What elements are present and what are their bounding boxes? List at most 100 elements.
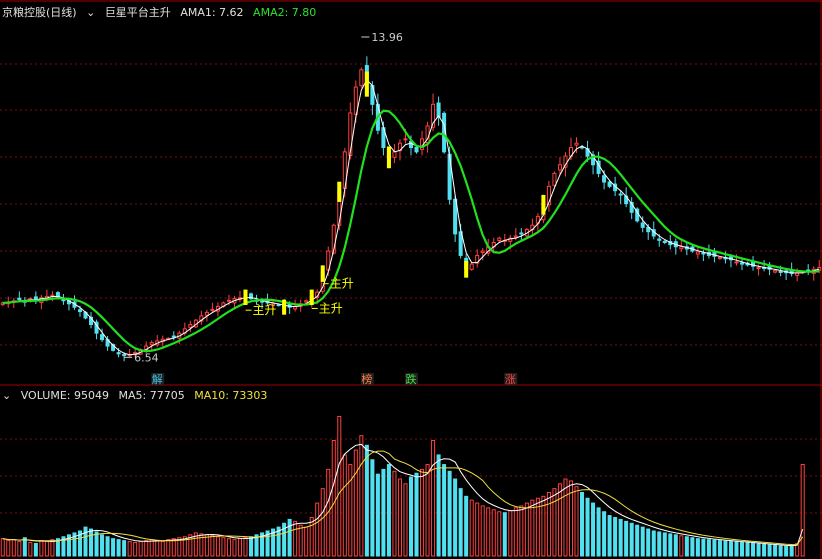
volume-bar-5	[28, 542, 33, 557]
volume-bar-91	[502, 512, 507, 557]
volume-bar-92	[508, 510, 513, 557]
volume-bar-60	[331, 440, 336, 557]
volume-bar-136	[751, 542, 756, 557]
volume-bar-79	[436, 454, 441, 557]
volume-bar-88	[486, 507, 491, 557]
volume-bar-31	[171, 538, 176, 557]
candle-body-65	[359, 69, 364, 87]
candle-body-116	[640, 222, 645, 228]
volume-bar-19	[105, 536, 110, 557]
low-price-label: 6.54	[134, 351, 159, 364]
volume-bar-71	[392, 470, 397, 557]
volume-bar-61	[337, 415, 342, 557]
volume-bar-16	[89, 528, 94, 557]
signal-bar-7	[464, 260, 469, 278]
volume-bar-6	[33, 542, 38, 557]
candle-body-101	[557, 164, 562, 171]
candle-body-109	[602, 175, 607, 183]
candle-body-38	[210, 308, 215, 311]
volume-bar-75	[414, 472, 419, 557]
candle-body-3	[17, 297, 22, 300]
volume-bar-28	[155, 540, 160, 557]
volume-bar-110	[607, 515, 612, 557]
volume-bar-84	[464, 495, 469, 557]
signal-bar-1	[282, 299, 287, 315]
volume-bar-41	[226, 538, 231, 557]
volume-bar-42	[232, 539, 237, 557]
candle-body-55	[304, 300, 309, 303]
volume-bar-44	[243, 537, 248, 557]
volume-bar-101	[557, 483, 562, 557]
volume-bar-2	[11, 539, 16, 557]
volume-bar-131	[723, 540, 728, 557]
volume-bar-113	[624, 520, 629, 557]
volume-bar-24	[133, 542, 138, 557]
volume-bar-139	[767, 544, 772, 557]
volume-bar-93	[513, 507, 518, 557]
candle-body-90	[497, 237, 502, 242]
candle-body-130	[717, 257, 722, 260]
volume-bar-40	[221, 537, 226, 557]
volume-bar-127	[701, 538, 706, 557]
candle-body-27	[149, 342, 154, 346]
volume-bar-107	[591, 502, 596, 557]
volume-bar-129	[712, 539, 717, 557]
event-marker-0: 解	[152, 372, 163, 386]
volume-bar-123	[679, 535, 684, 557]
volume-bar-9	[50, 539, 55, 557]
volume-bar-121	[668, 533, 673, 557]
volume-bar-137	[756, 543, 761, 557]
volume-bar-140	[773, 544, 778, 557]
chart-canvas[interactable]: 13.966.54主升 主升主升解榜跌涨	[0, 0, 822, 559]
signal-bar-0	[243, 289, 248, 306]
candle-body-18	[100, 334, 105, 341]
volume-bar-78	[431, 440, 436, 557]
ama1-line	[2, 79, 820, 356]
volume-bar-120	[662, 532, 667, 557]
candle-body-137	[756, 267, 761, 270]
volume-bar-143	[789, 544, 794, 557]
candle-body-31	[171, 335, 176, 338]
candle-body-50	[276, 304, 281, 307]
volume-bar-67	[370, 459, 375, 557]
candle-body-37	[204, 311, 209, 316]
volume-bar-58	[320, 488, 325, 557]
volume-bar-115	[635, 524, 640, 557]
volume-bar-17	[94, 531, 99, 557]
volume-bar-56	[309, 517, 314, 557]
volume-bar-57	[315, 502, 320, 557]
volume-bar-29	[160, 541, 165, 557]
volume-bar-65	[359, 435, 364, 557]
volume-bar-116	[640, 526, 645, 557]
volume-bar-96	[530, 499, 535, 557]
volume-bar-4	[22, 537, 27, 557]
volume-bar-128	[706, 539, 711, 557]
volume-bar-134	[739, 542, 745, 557]
volume-bar-80	[442, 464, 447, 557]
volume-bar-18	[100, 534, 105, 557]
volume-bar-22	[122, 540, 127, 557]
volume-bar-102	[563, 478, 568, 557]
volume-bar-109	[602, 511, 607, 557]
volume-bar-7	[39, 540, 44, 557]
volume-bar-69	[381, 468, 386, 557]
volume-bar-133	[734, 541, 739, 557]
volume-bar-15	[83, 526, 88, 557]
volume-bar-30	[166, 539, 171, 557]
volume-bar-21	[116, 539, 121, 557]
volume-bar-117	[646, 528, 651, 557]
volume-bar-122	[673, 534, 678, 557]
volume-bar-39	[215, 536, 220, 557]
volume-bar-95	[524, 502, 529, 557]
volume-bar-138	[762, 543, 767, 557]
volume-bar-111	[613, 517, 618, 557]
volume-bar-94	[519, 505, 524, 557]
candle-body-11	[61, 298, 66, 302]
volume-bar-118	[651, 530, 656, 557]
candle-body-141	[778, 270, 783, 273]
volume-bar-132	[728, 541, 733, 557]
volume-bar-27	[149, 539, 154, 557]
volume-bar-20	[111, 538, 116, 557]
volume-bar-142	[784, 545, 789, 557]
volume-bar-52	[287, 518, 292, 557]
